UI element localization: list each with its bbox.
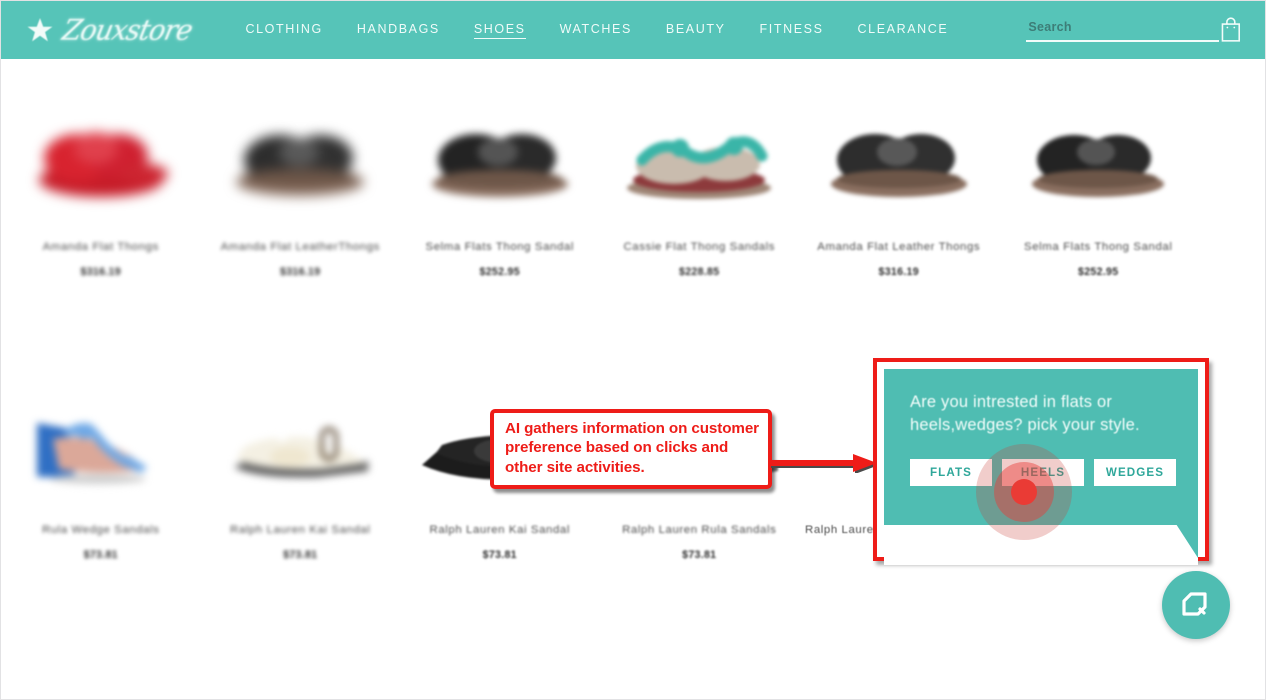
chat-recommendation-popup: Are you intrested in flats or heels,wedg… — [873, 358, 1209, 565]
product-price: $316.19 — [280, 266, 321, 278]
product-image-container — [7, 368, 195, 518]
product-image-container — [406, 85, 594, 235]
product-thumbnail — [627, 135, 772, 199]
logo-wordmark: Zouxstore — [59, 13, 195, 47]
chat-message-bubble: Are you intrested in flats or heels,wedg… — [884, 369, 1198, 558]
product-price: $316.19 — [80, 266, 121, 278]
chat-popup-inner: Are you intrested in flats or heels,wedg… — [884, 369, 1198, 565]
product-row-1: Amanda Flat Thongs $316.19 Amanda Flat L… — [1, 85, 1265, 278]
annotation-callout: AI gathers information on customer prefe… — [490, 409, 772, 489]
product-thumbnail — [1032, 134, 1165, 197]
chat-launcher-button[interactable] — [1162, 571, 1230, 639]
product-name: Amanda Flat LeatherThongs — [220, 241, 380, 253]
product-card[interactable]: Amanda Flat Thongs $316.19 — [1, 85, 201, 278]
chat-bubble-icon — [1182, 592, 1207, 616]
product-name: Selma Flats Thong Sandal — [1024, 241, 1173, 253]
nav-item-fitness[interactable]: FITNESS — [760, 22, 824, 38]
product-image-container — [1005, 85, 1193, 235]
nav-item-clothing[interactable]: CLOTHING — [245, 22, 322, 38]
product-price: $73.81 — [682, 549, 717, 561]
product-name: Amanda Flat Leather Thongs — [817, 241, 981, 253]
product-thumbnail — [38, 131, 168, 197]
chat-option-wedges[interactable]: WEDGES — [1094, 458, 1176, 486]
nav-item-watches[interactable]: WATCHES — [560, 22, 632, 38]
product-card[interactable]: Amanda Flat Leather Thongs $316.19 — [799, 85, 999, 278]
product-price: $73.81 — [482, 549, 517, 561]
product-thumbnail — [37, 423, 148, 484]
product-image-container — [7, 85, 195, 235]
nav-item-handbags[interactable]: HANDBAGS — [357, 22, 440, 38]
product-name: Amanda Flat Thongs — [42, 241, 159, 253]
chat-option-flats[interactable]: FLATS — [910, 458, 992, 486]
product-name: Ralph Lauren Kai Sandal — [230, 524, 371, 536]
product-price: $73.81 — [283, 549, 318, 561]
product-image-container — [805, 85, 993, 235]
product-thumbnail — [233, 425, 368, 478]
product-name: Ralph Lauren Kai Sandal — [429, 524, 570, 536]
product-thumbnail — [236, 134, 365, 196]
product-price: $73.81 — [83, 549, 118, 561]
product-thumbnail — [431, 133, 568, 197]
chat-option-heels[interactable]: HEELS — [1002, 458, 1084, 486]
main-navigation: CLOTHING HANDBAGS SHOES WATCHES BEAUTY F… — [245, 22, 948, 39]
site-header: Zouxstore CLOTHING HANDBAGS SHOES WATCHE… — [1, 1, 1265, 59]
product-price: $252.95 — [1078, 266, 1119, 278]
storefront-page: Zouxstore CLOTHING HANDBAGS SHOES WATCHE… — [0, 0, 1266, 700]
product-image-container — [207, 368, 395, 518]
product-card[interactable]: Selma Flats Thong Sandal $252.95 — [400, 85, 600, 278]
product-image-container — [606, 85, 794, 235]
search-input[interactable] — [1026, 20, 1220, 42]
star-icon — [27, 18, 53, 42]
nav-item-shoes[interactable]: SHOES — [473, 22, 526, 39]
nav-item-clearance[interactable]: CLEARANCE — [858, 22, 949, 38]
product-card[interactable]: Cassie Flat Thong Sandals $228.85 — [600, 85, 800, 278]
product-name: Cassie Flat Thong Sandals — [623, 241, 776, 253]
product-card[interactable]: Rula Wedge Sandals $73.81 — [1, 368, 201, 561]
annotation-text: AI gathers information on customer prefe… — [505, 420, 759, 476]
chat-option-buttons: FLATS HEELS WEDGES — [910, 458, 1176, 486]
arrow-right-icon — [769, 454, 879, 473]
product-card[interactable]: Selma Flats Thong Sandal $252.95 — [999, 85, 1199, 278]
product-card[interactable]: Ralph Lauren Kai Sandal $73.81 — [201, 368, 401, 561]
search-container — [1026, 18, 1220, 42]
shopping-bag-icon[interactable] — [1219, 15, 1243, 45]
chat-message-text: Are you intrested in flats or heels,wedg… — [910, 393, 1140, 435]
product-image-container — [207, 85, 395, 235]
brand-logo[interactable]: Zouxstore — [27, 14, 195, 46]
product-thumbnail — [830, 133, 967, 197]
product-price: $252.95 — [479, 266, 520, 278]
product-price: $316.19 — [878, 266, 919, 278]
product-name: Ralph Lauren Rula Sandals — [622, 524, 777, 536]
product-price: $228.85 — [679, 266, 720, 278]
chat-input-area[interactable] — [884, 525, 1198, 565]
product-card[interactable]: Amanda Flat LeatherThongs $316.19 — [201, 85, 401, 278]
product-name: Rula Wedge Sandals — [41, 524, 160, 536]
nav-item-beauty[interactable]: BEAUTY — [666, 22, 726, 38]
product-name: Selma Flats Thong Sandal — [425, 241, 574, 253]
